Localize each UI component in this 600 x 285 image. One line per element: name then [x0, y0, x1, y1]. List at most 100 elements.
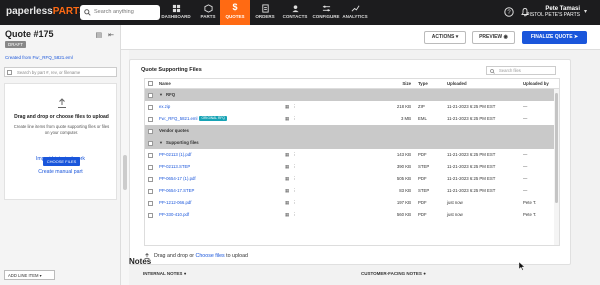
nav-dashboard[interactable]: DASHBOARD	[161, 0, 191, 25]
row-actions[interactable]: ▦ ⋮	[285, 113, 298, 125]
table-row[interactable]: PP-02113 (1).pdf ▦ ⋮ 143 KB PDF 11-21-20…	[145, 149, 559, 161]
info-icon: ●	[423, 271, 426, 276]
row-checkbox[interactable]	[148, 129, 153, 134]
create-manual-part-link[interactable]: Create manual part	[0, 169, 121, 175]
chevron-down-icon[interactable]: ▾	[584, 8, 587, 15]
nav-configure[interactable]: CONFIGURE	[311, 0, 341, 25]
table-row[interactable]: Fw:_RFQ_5821.eml ORIGINAL RFQ ▦ ⋮ 3 MB EM…	[145, 113, 559, 125]
eye-icon: ◉	[503, 34, 508, 40]
upload-icon	[58, 98, 66, 108]
group-row-vendor-quotes[interactable]: Vendor quotes ▼ Supporting files	[145, 125, 559, 149]
notes-icon[interactable]: ▤	[96, 32, 103, 39]
actions-button[interactable]: ACTIONS ▾	[424, 31, 466, 44]
row-checkbox[interactable]	[148, 117, 153, 122]
add-line-item-button[interactable]: ADD LINE ITEM ▾	[4, 270, 55, 280]
select-all-checkbox[interactable]	[148, 81, 153, 86]
notes-heading: Notes	[129, 257, 152, 266]
search-placeholder: Search anything	[94, 9, 134, 15]
customer-notes-label: CUSTOMER-FACING NOTES ●	[361, 271, 426, 276]
row-actions[interactable]: ▦ ⋮	[285, 197, 298, 209]
scroll-thumb[interactable]	[123, 155, 127, 190]
files-drop-zone[interactable]: Drag and drop or Choose files to upload	[144, 250, 560, 262]
nav-parts[interactable]: PARTS	[193, 0, 223, 25]
table-row[interactable]: ex.zip ▦ ⋮ 218 KB ZIP 11-21-2023 6:25 PM…	[145, 101, 559, 113]
row-actions[interactable]: ▦ ⋮	[285, 185, 298, 197]
logo-text: paperless	[6, 6, 53, 17]
configure-icon	[311, 0, 341, 14]
help-icon[interactable]: ?	[504, 7, 514, 17]
row-checkbox[interactable]	[148, 177, 153, 182]
nav-analytics[interactable]: ANALYTICS	[340, 0, 370, 25]
table-row[interactable]: PP-02113.STEP ▦ ⋮ 390 KB STEP 11-21-2023…	[145, 161, 559, 173]
original-rfq-badge: ORIGINAL RFQ	[199, 116, 227, 121]
file-search-input[interactable]: Search files	[486, 66, 556, 75]
table-header: Name Size Type Uploaded Uploaded by	[145, 79, 559, 89]
drop-zone-description: Create line items from quote supporting …	[13, 124, 110, 135]
supporting-files-card: Quote Supporting Files Search files Name…	[129, 59, 571, 265]
collapse-sidebar-icon[interactable]: ⇤	[108, 32, 114, 39]
dollar-icon: $	[232, 2, 238, 12]
caret-down-icon: ▼	[159, 92, 163, 97]
quote-header: ACTIONS ▾ PREVIEW ◉ FINALIZE QUOTE ➤	[121, 25, 600, 50]
row-checkbox[interactable]	[148, 213, 153, 218]
group-row-rfq[interactable]: ▼ RFQ	[145, 89, 559, 101]
table-row[interactable]: PP-0654-17.STEP ▦ ⋮ 83 KB STEP 11-21-202…	[145, 185, 559, 197]
select-all-checkbox[interactable]	[7, 70, 12, 75]
row-checkbox[interactable]	[148, 141, 153, 146]
caret-down-icon: ▼	[159, 140, 163, 145]
row-checkbox[interactable]	[148, 189, 153, 194]
preview-button[interactable]: PREVIEW ◉	[472, 31, 515, 44]
row-checkbox[interactable]	[148, 105, 153, 110]
analytics-icon	[340, 0, 370, 14]
nav-contacts[interactable]: CONTACTS	[280, 0, 310, 25]
row-actions[interactable]: ▦ ⋮	[285, 101, 298, 113]
internal-notes-label: INTERNAL NOTES ●	[143, 271, 187, 276]
global-search-input[interactable]: Search anything	[80, 5, 160, 20]
row-checkbox[interactable]	[148, 201, 153, 206]
import-historical-work-link[interactable]: Import historical work	[0, 156, 121, 162]
row-checkbox[interactable]	[148, 93, 153, 98]
row-checkbox[interactable]	[148, 153, 153, 158]
table-row[interactable]: PP-1212-066.pdf ▦ ⋮ 197 KB PDF just now …	[145, 197, 559, 209]
table-row[interactable]: PP-0654-17 (1).pdf ▦ ⋮ 505 KB PDF 11-21-…	[145, 173, 559, 185]
orders-icon	[250, 0, 280, 14]
file-drop-zone[interactable]: Drag and drop or choose files to upload …	[4, 83, 117, 200]
parts-icon	[193, 0, 223, 14]
contacts-icon	[280, 0, 310, 14]
row-actions[interactable]: ▦ ⋮	[285, 149, 298, 161]
mouse-cursor-icon	[519, 262, 525, 271]
info-icon: ●	[183, 271, 187, 276]
quote-title: Quote #175	[5, 29, 54, 39]
row-actions[interactable]: ▦ ⋮	[285, 209, 298, 221]
table-scrollbar[interactable]	[554, 89, 559, 245]
main-content: ACTIONS ▾ PREVIEW ◉ FINALIZE QUOTE ➤ Quo…	[121, 25, 600, 285]
user-menu[interactable]: Pete Tamasi PISTOL PETE'S PARTS	[526, 6, 580, 18]
search-icon	[84, 9, 91, 16]
files-table: Name Size Type Uploaded Uploaded by ▼ RFQ…	[144, 78, 560, 246]
row-actions[interactable]: ▦ ⋮	[285, 161, 298, 173]
table-row[interactable]: PP-330-410.pdf ▦ ⋮ 560 KB PDF just now P…	[145, 209, 559, 221]
scroll-thumb[interactable]	[555, 93, 558, 203]
status-badge: DRAFT	[5, 41, 26, 48]
source-email-link[interactable]: Fw:_RFQ_5821.eml	[33, 55, 73, 60]
chevron-down-icon: ▾	[455, 34, 459, 40]
nav-quotes[interactable]: $ QUOTES	[220, 0, 250, 25]
search-icon	[490, 68, 495, 74]
created-from: Created from Fw:_RFQ_5821.eml	[5, 55, 73, 60]
left-scrollbar[interactable]	[121, 50, 129, 285]
sidebar-tools: ▤ ⇤	[96, 31, 114, 39]
user-company: PISTOL PETE'S PARTS	[526, 12, 580, 18]
card-title: Quote Supporting Files	[141, 67, 202, 73]
drop-zone-title: Drag and drop or choose files to upload	[14, 114, 109, 120]
dashboard-icon	[161, 0, 191, 14]
quote-sidebar: Quote #175 ▤ ⇤ DRAFT Created from Fw:_RF…	[0, 25, 121, 285]
choose-files-link[interactable]: Choose files	[196, 253, 225, 259]
finalize-quote-button[interactable]: FINALIZE QUOTE ➤	[522, 31, 587, 44]
nav-orders[interactable]: ORDERS	[250, 0, 280, 25]
row-checkbox[interactable]	[148, 165, 153, 170]
chevron-down-icon: ▾	[39, 273, 42, 278]
row-actions[interactable]: ▦ ⋮	[285, 173, 298, 185]
send-icon: ➤	[573, 34, 579, 40]
line-item-search-input[interactable]: Search by part #, rev, or filename	[4, 67, 117, 77]
top-navigation-bar: paperless PARTS Search anything DASHBOARD…	[0, 0, 600, 25]
